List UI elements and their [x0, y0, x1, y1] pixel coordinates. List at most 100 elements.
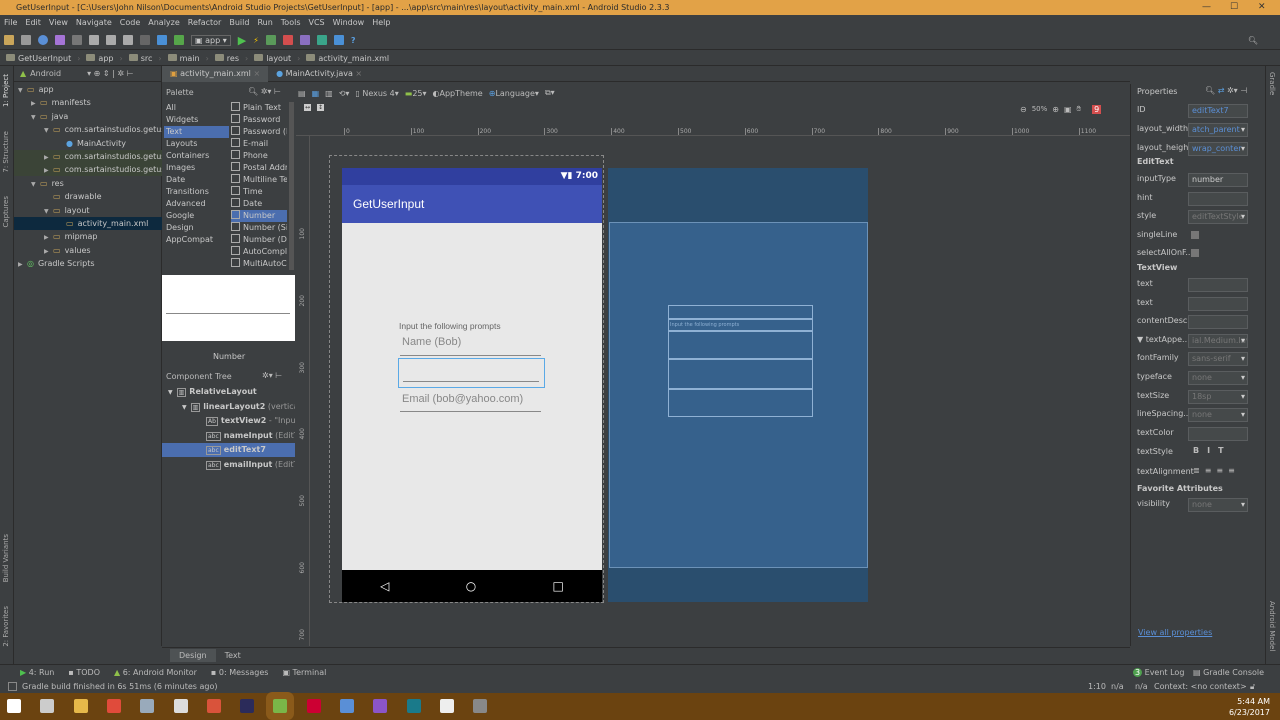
project-tree-item[interactable]: ▶ ▭ manifests — [14, 96, 162, 109]
property-value-field[interactable] — [1188, 315, 1248, 329]
palette-category[interactable]: Advanced — [164, 198, 229, 210]
chrome-taskbar-icon[interactable] — [106, 699, 121, 713]
property-value-field[interactable] — [1188, 427, 1248, 441]
property-value-field[interactable] — [1188, 278, 1248, 292]
android-model-tool-tab[interactable]: Android Model — [1268, 601, 1276, 651]
blueprint-mode-icon[interactable]: ▦ — [312, 89, 320, 98]
breadcrumb-item[interactable]: app — [86, 53, 113, 63]
home-nav-icon[interactable]: ○ — [466, 579, 476, 593]
clock-date[interactable]: 6/23/2017 — [1229, 707, 1270, 718]
unity-taskbar-icon[interactable] — [439, 699, 454, 713]
document-taskbar-icon[interactable] — [140, 699, 155, 713]
save-icon[interactable] — [21, 35, 31, 45]
structure-tool-tab[interactable]: 7: Structure — [2, 131, 10, 173]
gradle-tool-tab[interactable]: Gradle — [1268, 72, 1276, 95]
gradle-console-button[interactable]: ▤ Gradle Console — [1193, 668, 1264, 677]
blueprint-name-input[interactable] — [668, 331, 813, 359]
paste-icon[interactable] — [123, 35, 133, 45]
cut-icon[interactable] — [89, 35, 99, 45]
encoding[interactable]: n/a — [1135, 682, 1148, 691]
android-monitor-tool-button[interactable]: ▲ 6: Android Monitor — [114, 668, 197, 677]
expand-arrow-icon[interactable]: ▶ — [44, 231, 53, 243]
project-structure-icon[interactable] — [333, 35, 344, 45]
app3-taskbar-icon[interactable] — [406, 699, 421, 713]
property-value-field[interactable]: number — [1188, 173, 1248, 187]
blueprint-edittext7[interactable] — [668, 359, 813, 389]
palette-category[interactable]: Transitions — [164, 186, 229, 198]
palette-tools-icons[interactable]: 🔍︎ ✲▾ ⊢ — [248, 87, 281, 96]
palette-category[interactable]: Images — [164, 162, 229, 174]
text-alignment-buttons[interactable]: ≣≡≡≡ — [1193, 466, 1240, 475]
lock-icon[interactable]: 🔓︎ — [1250, 682, 1255, 692]
expand-arrow-icon[interactable]: ▶ — [31, 97, 40, 109]
search-everywhere-icon[interactable]: 🔍︎ — [1248, 36, 1258, 45]
breadcrumb-item[interactable]: GetUserInput — [6, 53, 71, 63]
sync-icon[interactable] — [38, 35, 48, 45]
tab-text[interactable]: Text — [216, 649, 250, 662]
palette-category[interactable]: Widgets — [164, 114, 229, 126]
visual-studio-taskbar-icon[interactable] — [373, 699, 388, 713]
palette-item[interactable]: MultiAutoC — [231, 258, 287, 270]
menu-build[interactable]: Build — [229, 18, 249, 27]
expand-arrow-icon[interactable]: ▶ — [44, 151, 53, 163]
menu-edit[interactable]: Edit — [25, 18, 41, 27]
run-icon[interactable]: ▶ — [238, 34, 246, 47]
property-value-field[interactable]: editText7 — [1188, 104, 1248, 118]
redo-icon[interactable] — [72, 35, 82, 45]
component-tree-item[interactable]: ▼▥linearLayout2 (vertical) — [162, 400, 295, 414]
context-indicator[interactable]: Context: <no context> — [1154, 682, 1247, 691]
copy-icon[interactable] — [106, 35, 116, 45]
zoom-out-icon[interactable]: ⊖ — [1020, 105, 1027, 114]
undo-icon[interactable] — [55, 35, 65, 45]
app2-taskbar-icon[interactable] — [340, 699, 354, 713]
palette-item[interactable]: Multiline Te — [231, 174, 287, 186]
viewport-width-icon[interactable]: ↔ — [304, 104, 312, 111]
text-style-buttons[interactable]: BIT — [1193, 446, 1232, 455]
project-tree-item[interactable]: ▭ drawable — [14, 190, 162, 203]
file-explorer-taskbar-icon[interactable] — [73, 699, 88, 713]
menu-file[interactable]: File — [4, 18, 17, 27]
property-value-field[interactable]: sans-serif — [1188, 352, 1248, 366]
event-log-button[interactable]: 3 Event Log — [1133, 668, 1184, 677]
expand-arrow-icon[interactable]: ▼ — [168, 389, 173, 396]
component-tree-item[interactable]: abcemailInput (EditText) — [162, 458, 295, 472]
project-tool-tab[interactable]: 1: Project — [2, 74, 10, 107]
tab-activity-main-xml[interactable]: ▣ activity_main.xml × — [162, 65, 269, 82]
properties-tools[interactable]: 🔍︎ ⇄ ✲▾ ⊣ — [1205, 86, 1247, 95]
build-icon[interactable] — [174, 35, 184, 45]
property-value-field[interactable]: ial.Medium.Inve — [1188, 334, 1248, 348]
palette-category[interactable]: Design — [164, 222, 229, 234]
name-input[interactable]: Name (Bob) — [400, 336, 541, 356]
build-variants-tool-tab[interactable]: Build Variants — [2, 534, 10, 582]
property-value-field[interactable]: none — [1188, 408, 1248, 422]
captures-tool-tab[interactable]: Captures — [2, 196, 10, 227]
project-tree-item[interactable]: ▼ ▭ res — [14, 177, 162, 190]
palette-item[interactable]: Plain Text — [231, 102, 287, 114]
maximize-button[interactable]: ☐ — [1230, 0, 1238, 15]
messages-tool-button[interactable]: ▪ 0: Messages — [211, 668, 269, 677]
recents-nav-icon[interactable]: □ — [553, 579, 564, 593]
close-button[interactable]: ✕ — [1258, 0, 1266, 15]
back-icon[interactable] — [157, 35, 167, 45]
menu-vcs[interactable]: VCS — [309, 18, 325, 27]
palette-item[interactable]: Number (De — [231, 234, 287, 246]
run-config-select[interactable]: ▣ app ▾ — [191, 34, 231, 46]
palette-item[interactable]: Number — [231, 210, 287, 222]
run-tool-button[interactable]: ▶ 4: Run — [20, 668, 54, 677]
palette-category[interactable]: Containers — [164, 150, 229, 162]
menu-tools[interactable]: Tools — [281, 18, 301, 27]
property-value-field[interactable]: none — [1188, 498, 1248, 512]
project-view-select[interactable]: Android — [30, 69, 61, 78]
palette-category[interactable]: AppCompat — [164, 234, 229, 246]
line-separator[interactable]: n/a — [1111, 682, 1124, 691]
property-checkbox[interactable] — [1191, 231, 1199, 239]
property-value-field[interactable] — [1188, 192, 1248, 206]
edittext7-selected[interactable] — [398, 358, 545, 388]
avd-manager-icon[interactable] — [299, 35, 310, 45]
project-tree-item[interactable]: ▶ ◎ Gradle Scripts — [14, 257, 162, 270]
app4-taskbar-icon[interactable] — [473, 699, 488, 713]
project-tree-item[interactable]: ▼ ▭ com.sartainstudios.getuse — [14, 123, 162, 136]
chrome-profile-taskbar-icon[interactable] — [206, 699, 221, 713]
component-tree-item[interactable]: ▼ ▥ RelativeLayout — [162, 385, 295, 399]
expand-arrow-icon[interactable]: ▶ — [18, 258, 27, 270]
